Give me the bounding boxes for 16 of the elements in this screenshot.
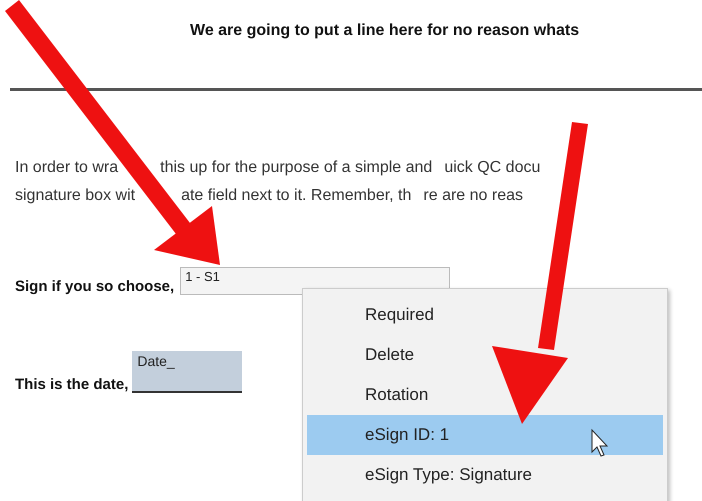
paragraph-text: uick QC docu	[444, 159, 540, 177]
menu-item[interactable]: Rotation	[307, 375, 663, 415]
paragraph-text: this up for the purpose of a simple and	[160, 159, 432, 177]
menu-item[interactable]: eSign ID: 1	[307, 415, 663, 455]
menu-item[interactable]: Required	[307, 295, 663, 335]
heading-text: We are going to put a line here for no reason whats	[189, 21, 580, 40]
menu-item[interactable]: eSign Type: Signature	[307, 455, 663, 495]
paragraph-text: re are no reas	[423, 187, 524, 205]
date-label: This is the date,	[15, 376, 128, 393]
date-field[interactable]: Date_	[132, 351, 242, 391]
cursor-icon	[592, 428, 608, 457]
paragraph-text: ate field next to it. Remember, th	[181, 187, 412, 205]
menu-item[interactable]: Delete	[307, 335, 663, 375]
paragraph-text: In order to wra	[15, 159, 118, 177]
signature-label: Sign if you so choose,	[15, 278, 174, 295]
paragraph-text: signature box wit	[15, 187, 136, 205]
